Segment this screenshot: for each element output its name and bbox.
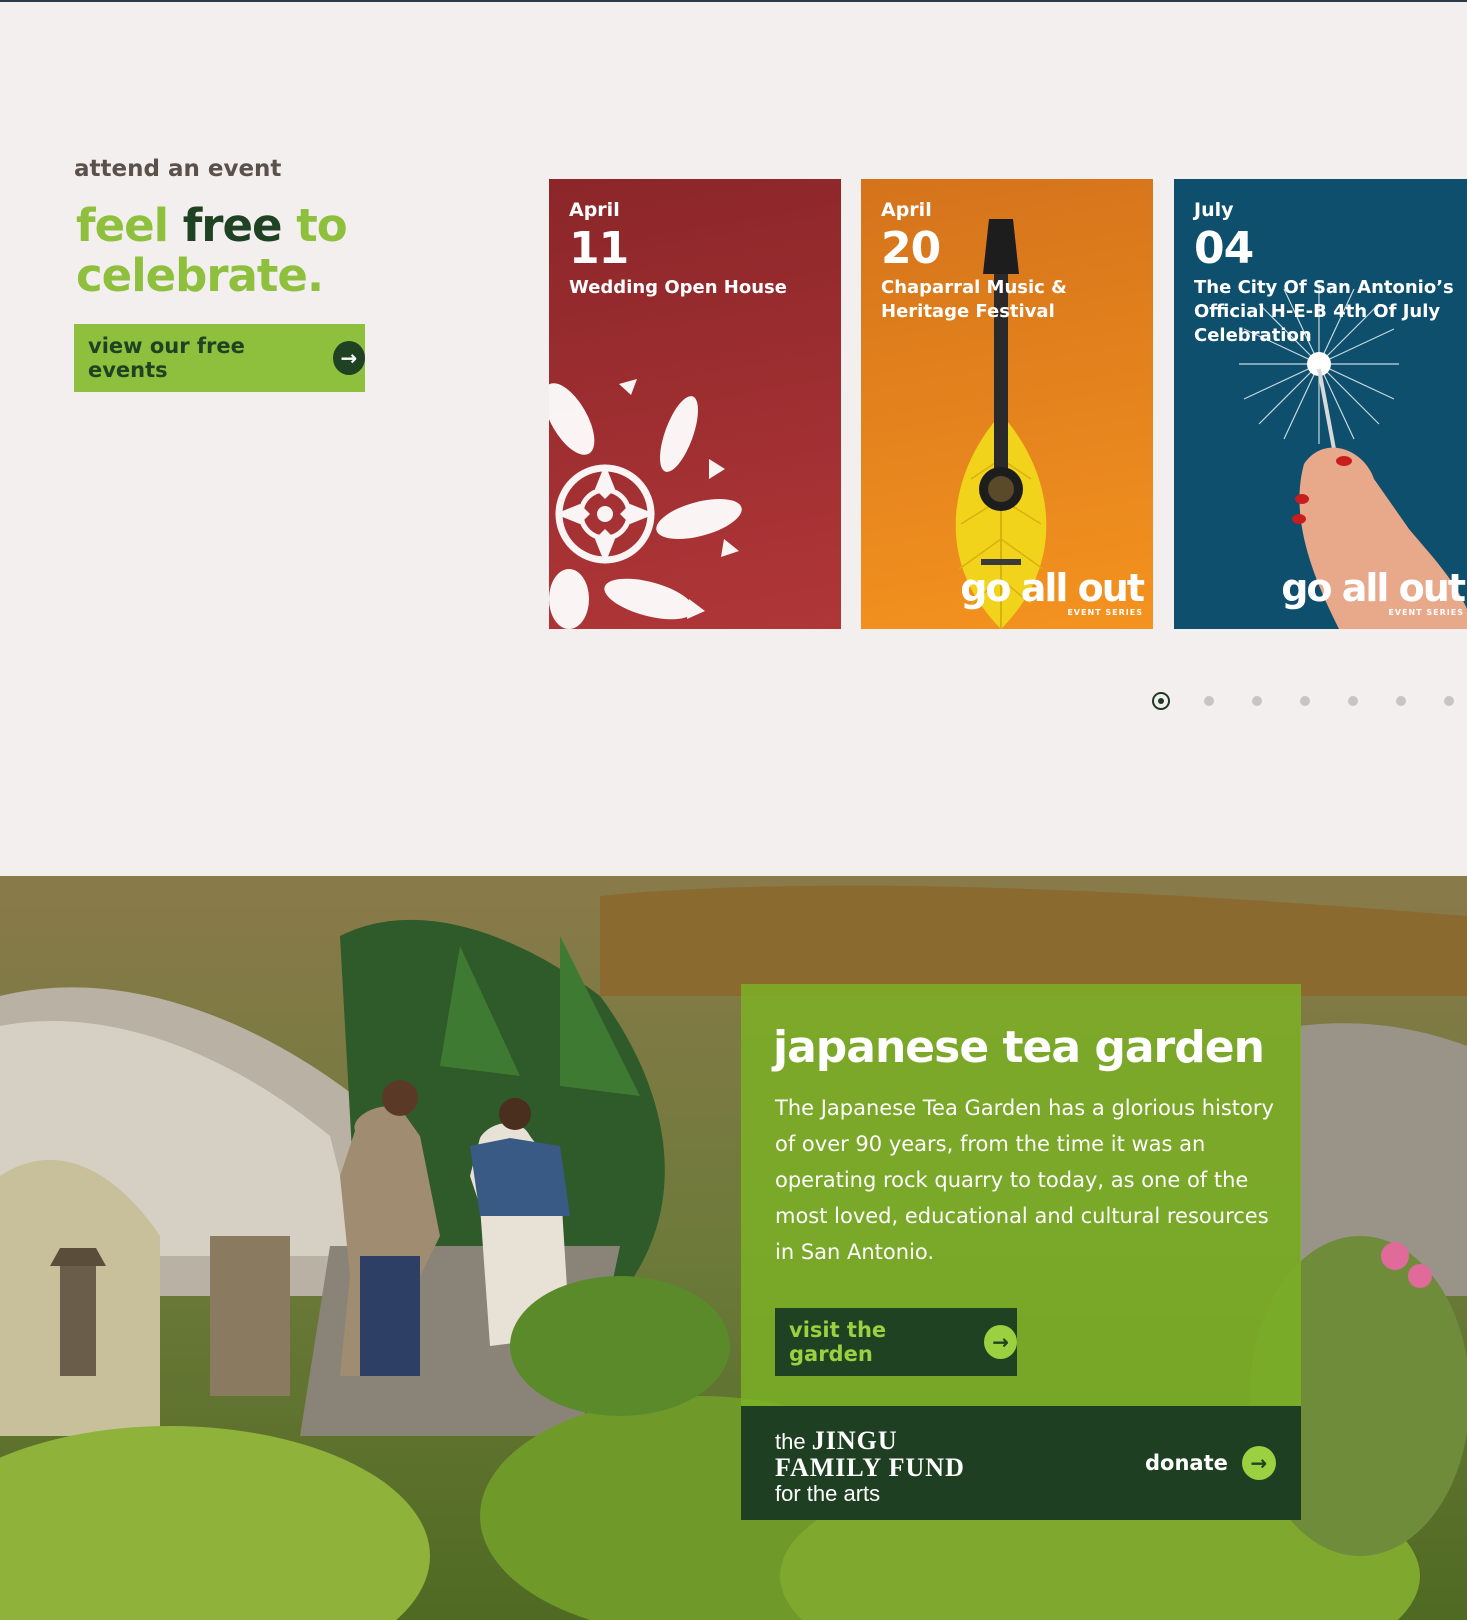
go-all-out-logo: go all out (960, 566, 1145, 610)
view-free-events-button[interactable]: view our free events → (74, 324, 365, 392)
visit-garden-button[interactable]: visit the garden → (775, 1308, 1017, 1376)
garden-title: japanese tea garden (773, 1022, 1265, 1073)
dot-indicator (1396, 696, 1406, 706)
event-month: April (569, 199, 620, 221)
dot-indicator (1348, 696, 1358, 706)
carousel-dot-3[interactable] (1233, 690, 1281, 712)
event-title: Wedding Open House (569, 277, 787, 298)
carousel-pagination (1137, 690, 1467, 712)
event-title: The City Of San Antonio’s Official H-E-B… (1194, 277, 1454, 346)
carousel-dot-4[interactable] (1281, 690, 1329, 712)
event-month: July (1194, 199, 1234, 221)
dot-indicator (1204, 696, 1214, 706)
arrow-right-icon: → (332, 341, 365, 375)
logo-prefix: the (775, 1429, 806, 1454)
headline-word: celebrate. (76, 249, 324, 302)
garden-info-panel: japanese tea garden The Japanese Tea Gar… (741, 984, 1301, 1406)
dot-indicator (1300, 696, 1310, 706)
dot-indicator (1152, 692, 1170, 710)
dot-indicator (1444, 696, 1454, 706)
go-all-out-logo: go all out (1281, 566, 1466, 610)
jingu-family-fund-logo[interactable]: the JINGU FAMILY FUND for the arts (775, 1428, 965, 1507)
section-eyebrow: attend an event (74, 156, 282, 182)
event-day: 11 (569, 223, 629, 274)
button-label: view our free events (88, 334, 245, 382)
arrow-right-icon: → (984, 1325, 1017, 1359)
carousel-dot-1[interactable] (1137, 690, 1185, 712)
garden-section: japanese tea garden The Japanese Tea Gar… (0, 876, 1467, 1620)
event-card-4th-of-july[interactable]: July 04 The City Of San Antonio’s Offici… (1174, 179, 1467, 629)
logo-line2: FAMILY FUND (775, 1453, 965, 1482)
logo-name: JINGU (811, 1426, 898, 1455)
event-card-chaparral-festival[interactable]: April 20 Chaparral Music & Heritage Fest… (861, 179, 1153, 629)
headline-word: feel (76, 199, 169, 252)
event-carousel: April 11 Wedding Open House April 20 Cha… (549, 179, 1467, 631)
carousel-dot-2[interactable] (1185, 690, 1233, 712)
button-label: donate (1145, 1451, 1228, 1475)
jingu-fund-bar: the JINGU FAMILY FUND for the arts donat… (741, 1406, 1301, 1520)
events-section: attend an event feel free to celebrate. … (0, 2, 1467, 876)
button-label: visit the garden (789, 1318, 887, 1366)
carousel-dot-5[interactable] (1329, 690, 1377, 712)
section-headline: feel free to celebrate. (76, 201, 416, 301)
event-title: Chaparral Music & Heritage Festival (881, 277, 1067, 322)
event-day: 04 (1194, 223, 1254, 274)
dot-indicator (1252, 696, 1262, 706)
headline-word: to (296, 199, 347, 252)
event-series-label: EVENT SERIES (1388, 608, 1464, 617)
event-card-wedding-open-house[interactable]: April 11 Wedding Open House (549, 179, 841, 629)
event-day: 20 (881, 223, 941, 274)
arrow-right-icon: → (1241, 1446, 1276, 1480)
headline-word: free (182, 199, 283, 252)
garden-description: The Japanese Tea Garden has a glorious h… (775, 1096, 1274, 1264)
event-series-label: EVENT SERIES (1067, 608, 1143, 617)
donate-button[interactable]: donate → (1145, 1446, 1276, 1480)
logo-line3: for the arts (775, 1481, 881, 1506)
carousel-dot-6[interactable] (1377, 690, 1425, 712)
carousel-dot-7[interactable] (1425, 690, 1467, 712)
event-month: April (881, 199, 932, 221)
